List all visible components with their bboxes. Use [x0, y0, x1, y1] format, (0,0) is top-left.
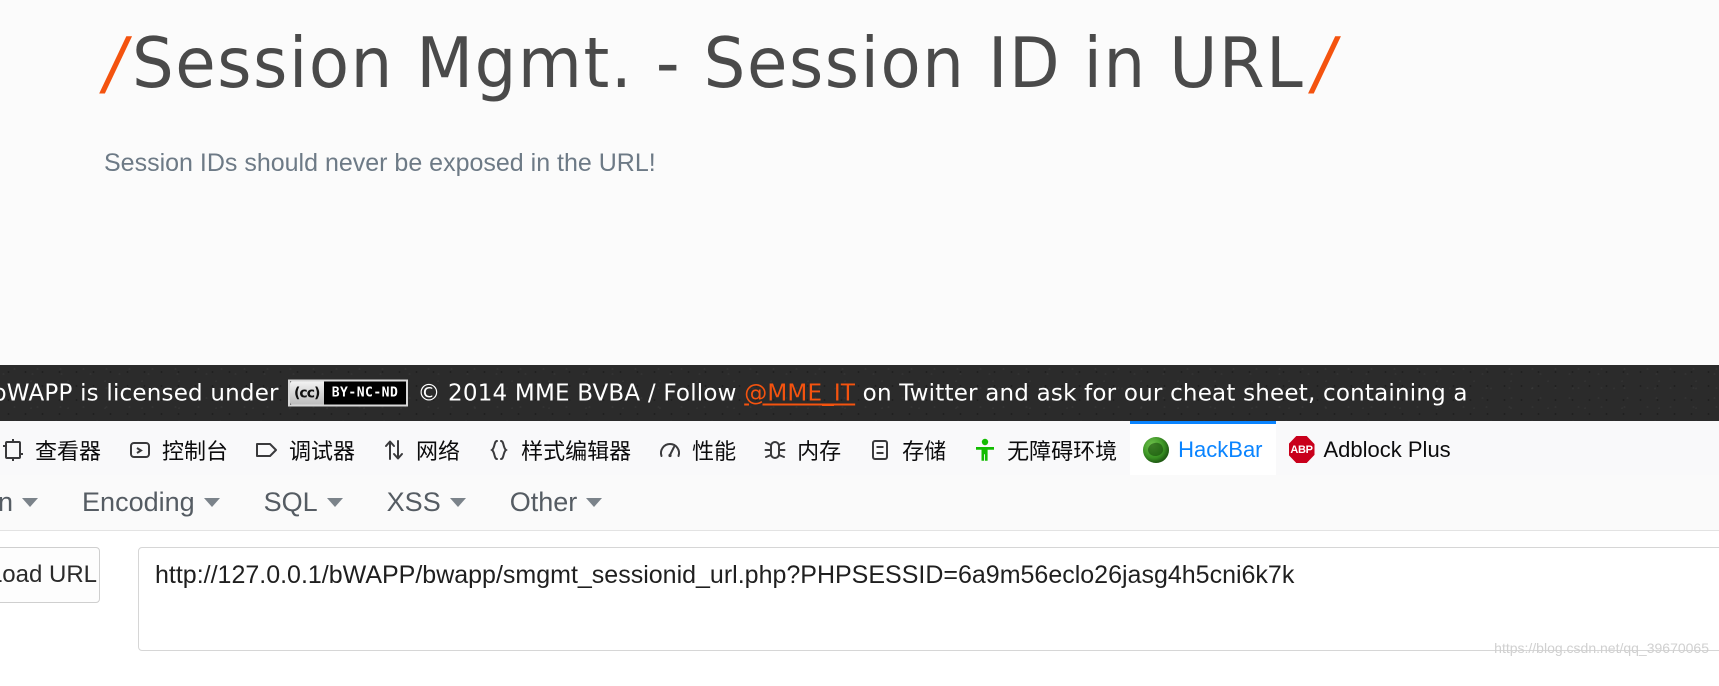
chevron-down-icon — [586, 498, 603, 507]
title-slash-left: / — [104, 22, 128, 104]
title-slash-right: / — [1312, 22, 1337, 104]
license-footer: bWAPP is licensed under (cc) BY-NC-ND © … — [0, 365, 1719, 421]
memory-icon — [762, 437, 788, 463]
menu-sql[interactable]: SQL — [264, 487, 365, 518]
tab-label: 无障碍环境 — [1007, 438, 1118, 464]
menu-label: Encoding — [82, 487, 195, 517]
network-icon — [381, 437, 407, 463]
hackbar-url-row: Load URL http://127.0.0.1/bWAPP/bwapp/sm… — [0, 531, 1719, 686]
inspector-icon — [0, 437, 26, 463]
tab-label: 存储 — [902, 438, 947, 464]
hackbar-menu-bar: ryption Encoding SQL XSS Other — [0, 475, 1719, 531]
tab-label: 调试器 — [289, 438, 356, 464]
menu-encryption[interactable]: ryption — [0, 487, 60, 518]
screen-root: /Session Mgmt. - Session ID in URL / Sess… — [0, 0, 1719, 686]
performance-icon — [657, 437, 683, 463]
creative-commons-badge[interactable]: (cc) BY-NC-ND — [287, 379, 409, 407]
tab-performance[interactable]: 性能 — [644, 421, 749, 475]
page-title: /Session Mgmt. - Session ID in URL / — [104, 22, 1337, 104]
menu-other[interactable]: Other — [510, 487, 625, 518]
license-copyright-text: © 2014 MME BVBA / Follow — [417, 380, 737, 406]
chevron-down-icon — [203, 498, 220, 507]
twitter-handle-link[interactable]: @MME_IT — [744, 380, 855, 406]
tab-network[interactable]: 网络 — [368, 421, 473, 475]
tab-label: 网络 — [416, 438, 461, 464]
tab-label: HackBar — [1178, 436, 1263, 462]
menu-label: XSS — [386, 487, 441, 517]
tab-storage[interactable]: 存储 — [854, 421, 959, 475]
bwapp-page-content: /Session Mgmt. - Session ID in URL / Sess… — [0, 0, 1719, 365]
license-text-before: bWAPP is licensed under — [0, 380, 279, 406]
debugger-icon — [254, 437, 280, 463]
menu-encoding[interactable]: Encoding — [82, 487, 242, 518]
watermark-text: https://blog.csdn.net/qq_39670065 — [1494, 640, 1709, 656]
devtools-tab-strip: 查看器 控制台 调试器 网络 样式编辑器 性能 内存 存储 无障碍环境 Hack… — [0, 421, 1719, 476]
storage-icon — [867, 437, 893, 463]
menu-label: Other — [509, 487, 578, 517]
tab-debugger[interactable]: 调试器 — [241, 421, 368, 475]
tab-accessibility[interactable]: 无障碍环境 — [959, 421, 1130, 475]
tab-console[interactable]: 控制台 — [114, 421, 241, 475]
hackbar-icon — [1143, 436, 1170, 463]
style-editor-icon — [486, 437, 512, 463]
tab-label: 查看器 — [35, 438, 102, 464]
chevron-down-icon — [22, 498, 39, 507]
load-url-button[interactable]: Load URL — [0, 547, 100, 603]
page-subtitle: Session IDs should never be exposed in t… — [104, 149, 656, 177]
page-title-text: Session Mgmt. - Session ID in URL — [131, 22, 1305, 104]
tab-hackbar[interactable]: HackBar — [1130, 421, 1276, 475]
tab-label: Adblock Plus — [1323, 436, 1451, 462]
chevron-down-icon — [449, 498, 466, 507]
tab-style-editor[interactable]: 样式编辑器 — [473, 421, 644, 475]
license-text-tail: on Twitter and ask for our cheat sheet, … — [862, 380, 1468, 406]
menu-xss[interactable]: XSS — [387, 487, 488, 518]
adblock-plus-icon: ABP — [1288, 436, 1315, 463]
license-footer-text: bWAPP is licensed under (cc) BY-NC-ND © … — [0, 379, 1468, 407]
tab-memory[interactable]: 内存 — [749, 421, 854, 475]
tab-label: 样式编辑器 — [521, 438, 632, 464]
cc-logo-icon: (cc) — [289, 381, 324, 405]
tab-label: 性能 — [692, 438, 737, 464]
url-input[interactable]: http://127.0.0.1/bWAPP/bwapp/smgmt_sessi… — [138, 547, 1719, 651]
tab-label: 控制台 — [162, 438, 229, 464]
cc-terms-label: BY-NC-ND — [323, 381, 407, 405]
console-icon — [127, 437, 153, 463]
menu-label: ryption — [0, 487, 13, 518]
tab-adblock-plus[interactable]: ABP Adblock Plus — [1276, 421, 1464, 475]
accessibility-icon — [972, 437, 998, 463]
menu-label: SQL — [263, 487, 318, 517]
tab-inspector[interactable]: 查看器 — [0, 421, 114, 475]
chevron-down-icon — [326, 498, 343, 507]
tab-label: 内存 — [797, 438, 842, 464]
